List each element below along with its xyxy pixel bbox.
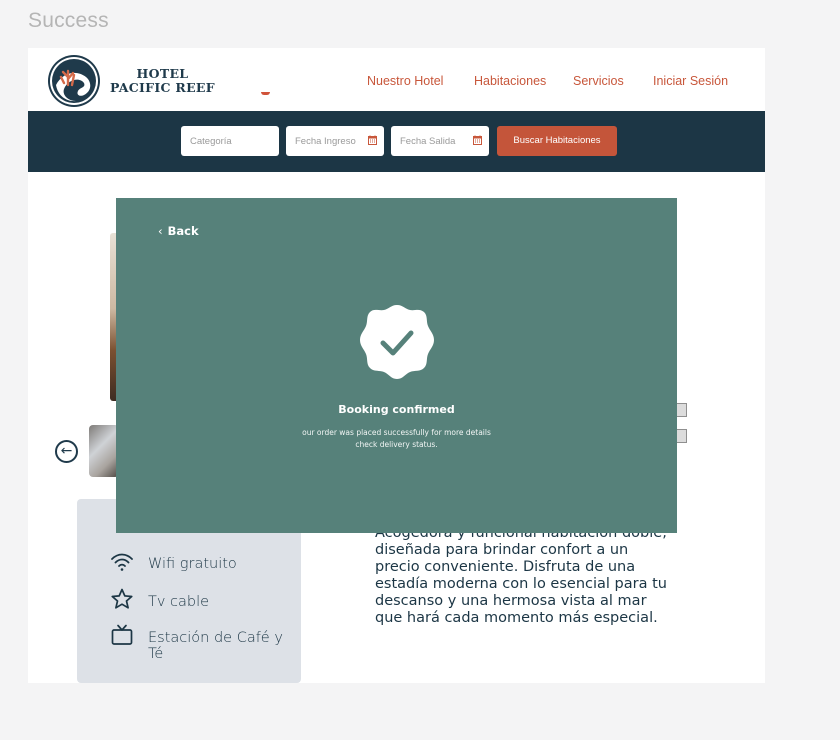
frame-label: Success	[28, 9, 109, 32]
wifi-icon	[111, 553, 133, 571]
category-placeholder: Categoría	[190, 136, 232, 147]
carousel-prev-button[interactable]: ←	[55, 440, 78, 463]
star-icon	[111, 588, 133, 609]
logo-wordmark: HOTEL PACIFIC REEF	[110, 67, 215, 95]
hotel-page: HOTEL PACIFIC REEF Nuestro Hotel Habitac…	[28, 48, 765, 683]
back-button[interactable]: ‹ Back	[158, 224, 199, 238]
nav-nuestro-hotel[interactable]: Nuestro Hotel	[367, 74, 443, 88]
checkin-date-field[interactable]: Fecha Ingreso	[286, 126, 384, 156]
room-thumbnail[interactable]	[89, 425, 119, 477]
booking-confirmation-modal: ‹ Back Booking confirmed our order was pl…	[116, 198, 677, 533]
checkin-placeholder: Fecha Ingreso	[295, 136, 356, 147]
option-checkbox[interactable]	[676, 429, 687, 443]
calendar-icon	[473, 135, 482, 145]
back-label: Back	[167, 224, 199, 238]
nav-iniciar-sesion[interactable]: Iniciar Sesión	[653, 74, 728, 88]
logo-icon	[48, 55, 100, 107]
nav-servicios[interactable]: Servicios	[573, 74, 624, 88]
arrow-left-icon: ←	[60, 443, 73, 459]
search-rooms-button[interactable]: Buscar Habitaciones	[497, 126, 617, 156]
logo-line-hotel: HOTEL	[136, 66, 189, 81]
amenity-wifi: Wifi gratuito	[148, 556, 237, 572]
option-checkbox[interactable]	[676, 403, 687, 417]
modal-subtitle: our order was placed successfully for mo…	[302, 428, 491, 449]
chevron-left-icon: ‹	[158, 224, 163, 238]
logo-line-name: PACIFIC REEF	[110, 80, 215, 95]
category-select[interactable]: Categoría	[181, 126, 279, 156]
modal-title: Booking confirmed	[338, 403, 455, 416]
amenity-coffee-tea: Estación de Café y Té	[148, 630, 283, 662]
checkout-placeholder: Fecha Salida	[400, 136, 456, 147]
decorative-accent	[261, 92, 270, 95]
nav-habitaciones[interactable]: Habitaciones	[474, 74, 546, 88]
amenity-tv-cable: Tv cable	[148, 594, 210, 610]
search-bar: Categoría Fecha Ingreso Fecha Salida Bus…	[28, 111, 765, 172]
tv-icon	[111, 624, 133, 645]
calendar-icon	[368, 135, 377, 145]
check-badge-icon	[360, 305, 434, 379]
room-description: Acogedora y funcional habitación doble, …	[375, 525, 667, 626]
checkout-date-field[interactable]: Fecha Salida	[391, 126, 489, 156]
